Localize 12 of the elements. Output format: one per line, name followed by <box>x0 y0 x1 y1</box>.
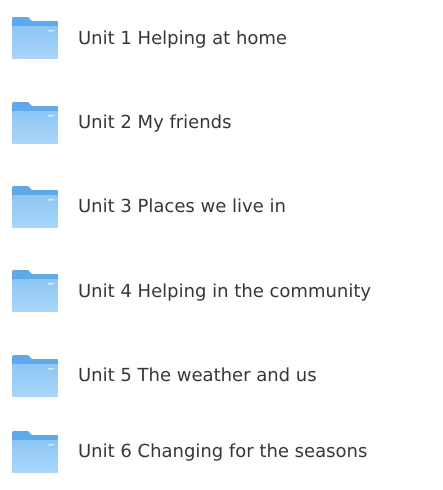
folder-icon[interactable] <box>11 430 59 473</box>
folder-name[interactable]: Unit 1 Helping at home <box>78 28 287 49</box>
folder-icon[interactable] <box>11 270 59 312</box>
folder-name[interactable]: Unit 2 My friends <box>78 112 232 134</box>
folder-icon[interactable] <box>11 17 59 60</box>
folder-name[interactable]: Unit 3 Places we live in <box>78 196 286 218</box>
folder-name[interactable]: Unit 6 Changing for the seasons <box>78 441 368 462</box>
folder-name[interactable]: Unit 4 Helping in the community <box>78 280 372 302</box>
folder-icon[interactable] <box>11 186 59 228</box>
folder-icon[interactable] <box>11 102 59 144</box>
folder-icon[interactable] <box>11 354 59 397</box>
folder-name[interactable]: Unit 5 The weather and us <box>78 365 317 386</box>
